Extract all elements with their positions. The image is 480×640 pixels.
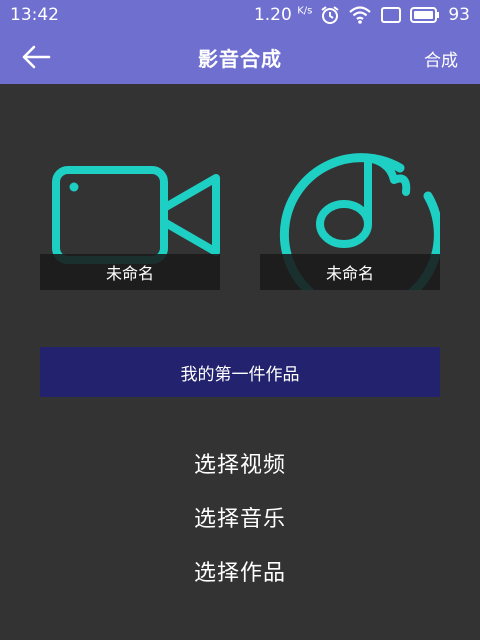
compose-button[interactable]: 合成 bbox=[424, 46, 458, 71]
page-title: 影音合成 bbox=[198, 46, 282, 71]
music-name: 未命名 bbox=[260, 254, 440, 290]
back-arrow-icon[interactable] bbox=[20, 42, 52, 72]
alarm-icon bbox=[321, 6, 339, 24]
app-bar: 影音合成 合成 bbox=[0, 30, 480, 84]
battery-icon bbox=[410, 7, 440, 23]
status-right: 1.20 K/s 93 bbox=[254, 5, 470, 25]
music-card[interactable]: 未命名 bbox=[260, 153, 440, 290]
battery-level: 93 bbox=[448, 5, 470, 25]
status-bar: 13:42 1.20 K/s 93 bbox=[0, 0, 480, 30]
video-card[interactable]: 未命名 bbox=[40, 160, 220, 290]
select-video-button[interactable]: 选择视频 bbox=[0, 447, 480, 479]
select-work-button[interactable]: 选择作品 bbox=[0, 555, 480, 587]
wifi-icon bbox=[349, 6, 372, 24]
screen-cast-icon bbox=[381, 7, 402, 23]
status-time: 13:42 bbox=[10, 5, 59, 25]
video-name: 未命名 bbox=[40, 254, 220, 290]
work-name-bar[interactable]: 我的第一件作品 bbox=[40, 347, 440, 397]
network-speed: 1.20 K/s bbox=[253, 5, 313, 25]
select-music-button[interactable]: 选择音乐 bbox=[0, 501, 480, 533]
